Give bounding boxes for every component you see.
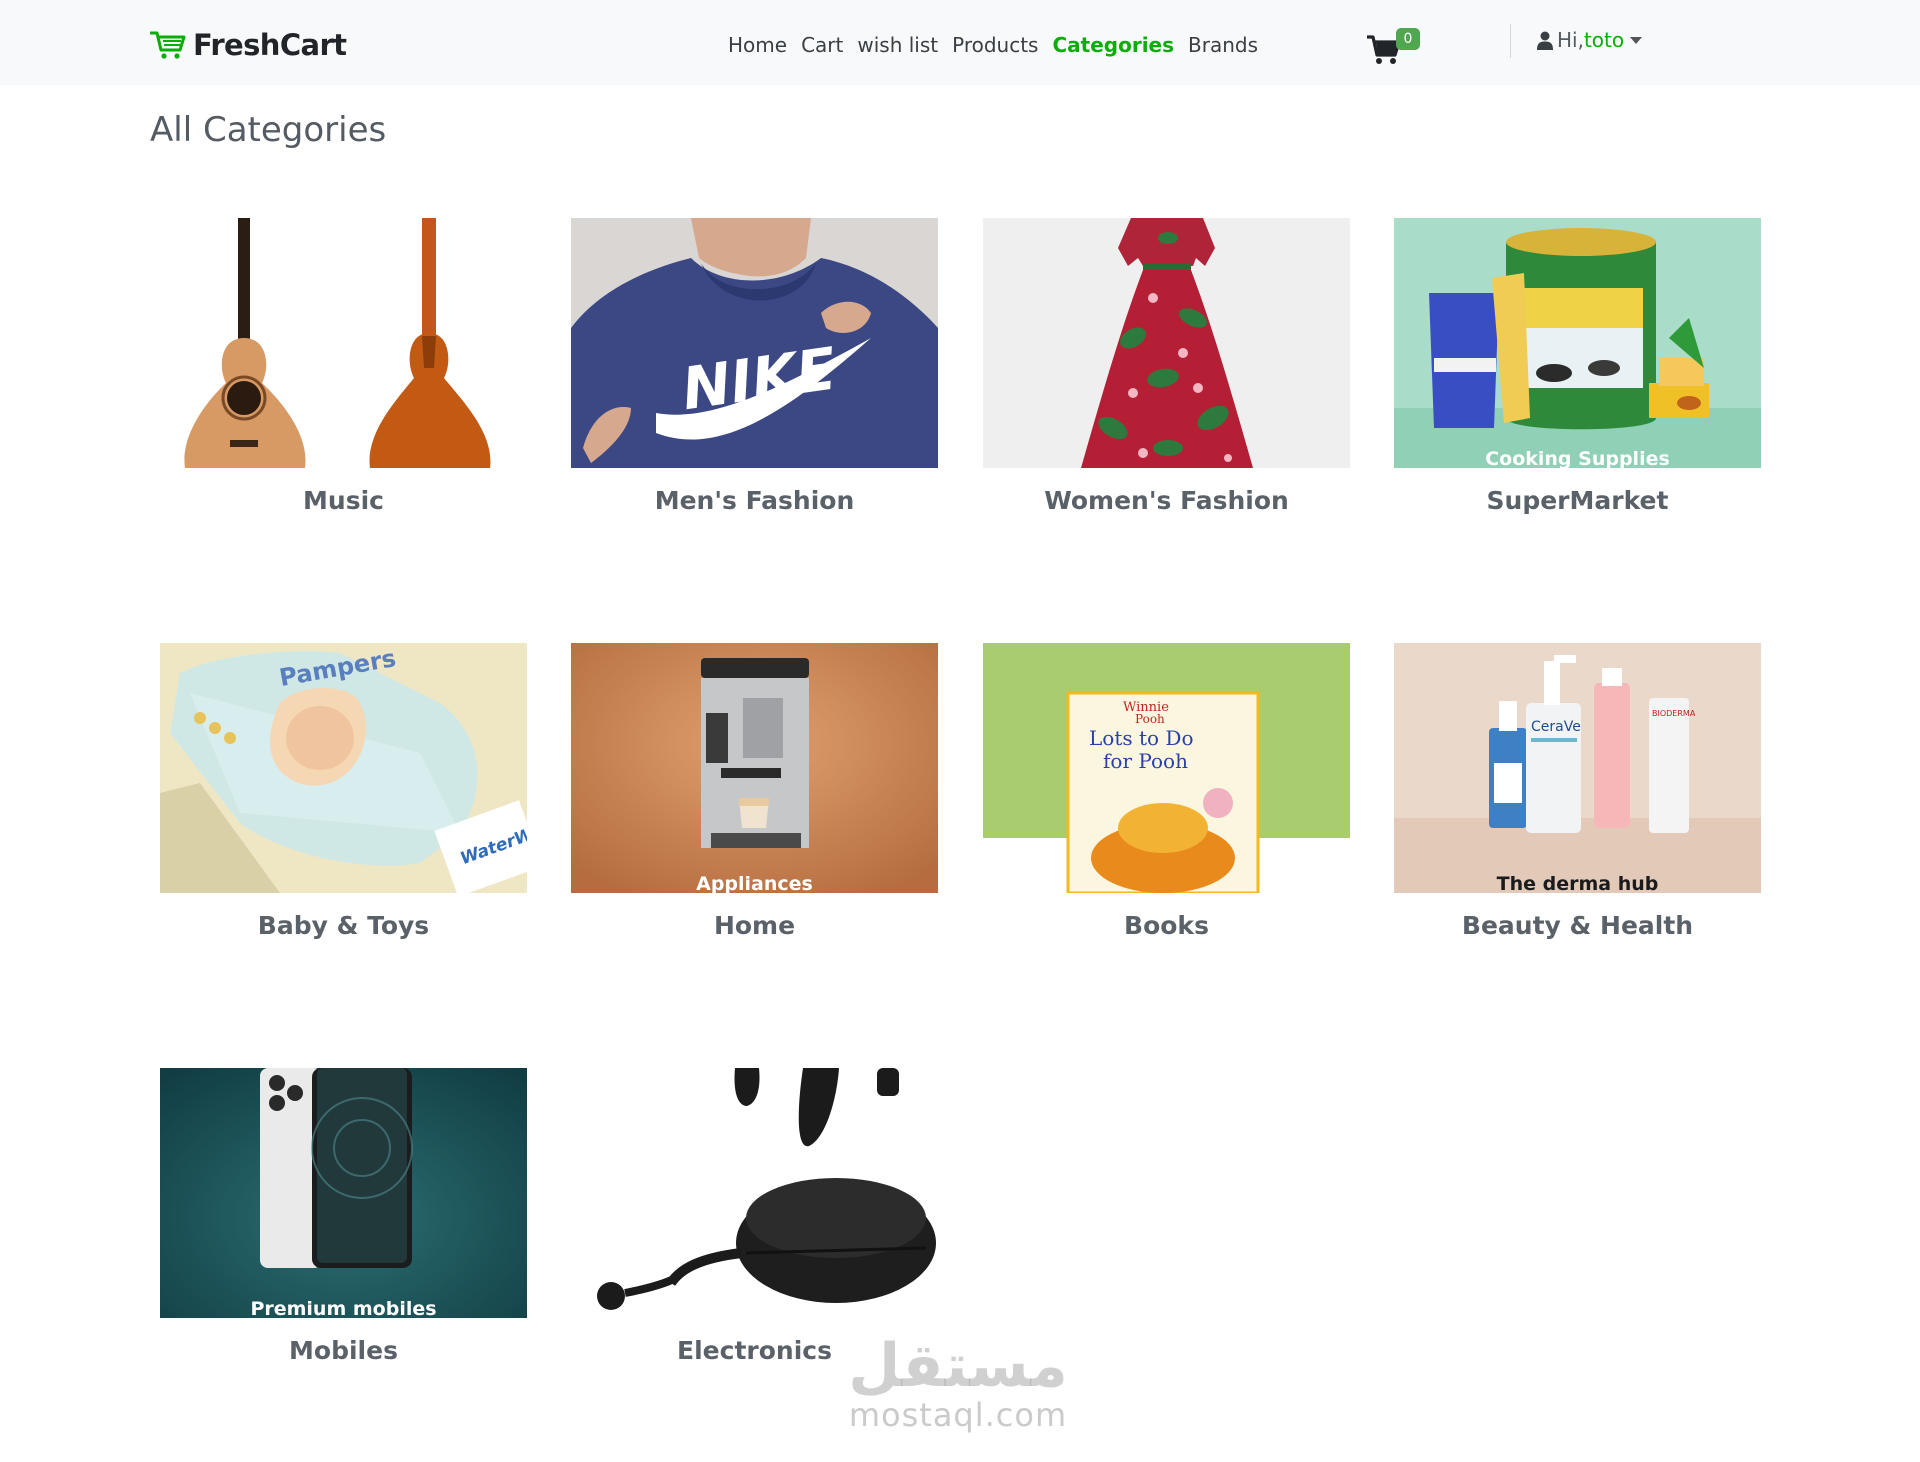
category-card-beauty-health[interactable]: CeraVe BIODERMA The derma hub Beauty & H… [1394,643,1761,983]
nav-link-cart[interactable]: Cart [801,33,843,57]
brand-name: FreshCart [193,28,347,62]
svg-text:Pooh: Pooh [1135,712,1165,726]
earbuds-image [571,1068,938,1318]
cart-count-badge: 0 [1396,28,1420,50]
svg-text:Lots to Do: Lots to Do [1089,726,1194,750]
category-title: Home [713,911,796,940]
diapers-image: Pampers WaterWip [160,643,527,893]
page-title: All Categories [150,110,387,150]
nav-link-products[interactable]: Products [952,33,1038,57]
watermark: مستقل mostaql.com [843,1336,1073,1434]
category-title: Women's Fashion [1044,486,1289,515]
skincare-image: CeraVe BIODERMA The derma hub [1394,643,1761,893]
user-menu-dropdown[interactable]: Hi, toto [1537,26,1643,54]
nav-link-categories[interactable]: Categories [1052,33,1174,57]
category-card-womens-fashion[interactable]: Women's Fashion [983,218,1350,558]
category-title: SuperMarket [1486,486,1669,515]
main-nav: Home Cart wish list Products Categories … [728,31,1272,59]
category-title: Music [303,486,384,515]
image-caption: Appliances [696,873,813,893]
cart-logo-icon [150,31,186,59]
book-image: Winnie Pooh Lots to Do for Pooh [983,643,1350,893]
guitars-image [160,218,527,468]
chevron-down-icon [1630,36,1643,44]
category-title: Books [1124,911,1209,940]
nav-link-home[interactable]: Home [728,33,787,57]
svg-text:CeraVe: CeraVe [1531,719,1581,735]
dress-image [983,218,1350,468]
image-caption: Cooking Supplies [1485,448,1670,468]
hoodie-image: NIKE [571,218,938,468]
image-caption: The derma hub [1496,873,1659,893]
nav-link-brands[interactable]: Brands [1188,33,1258,57]
user-icon [1537,31,1553,50]
category-card-baby-toys[interactable]: Pampers WaterWip Baby & Toys [160,643,527,983]
watermark-arabic: مستقل [848,1331,1068,1401]
category-title: Mobiles [289,1336,398,1365]
navbar: FreshCart Home Cart wish list Products C… [0,0,1920,85]
user-greeting: Hi, [1557,28,1584,52]
category-card-books[interactable]: Winnie Pooh Lots to Do for Pooh Books [983,643,1350,983]
category-title: Men's Fashion [654,486,855,515]
watermark-latin: mostaql.com [848,1396,1068,1434]
user-name: toto [1583,28,1625,52]
image-caption: Premium mobiles [250,1298,437,1318]
brand-logo[interactable]: FreshCart [150,27,347,63]
coffee-machine-image: Appliances [571,643,938,893]
svg-text:BIODERMA: BIODERMA [1652,709,1696,718]
svg-text:for Pooh: for Pooh [1103,749,1188,773]
groceries-image: Cooking Supplies [1394,218,1761,468]
category-card-mobiles[interactable]: Premium mobiles Mobiles [160,1068,527,1408]
category-title: Beauty & Health [1461,911,1694,940]
phone-image: Premium mobiles [160,1068,527,1318]
category-card-music[interactable]: Music [160,218,527,558]
cart-button[interactable]: 0 [1366,28,1420,72]
category-card-mens-fashion[interactable]: NIKE Men's Fashion [571,218,938,558]
nav-divider [1510,24,1511,58]
category-title: Baby & Toys [257,911,430,940]
category-card-home[interactable]: Appliances Home [571,643,938,983]
nav-link-wishlist[interactable]: wish list [857,33,938,57]
category-card-supermarket[interactable]: Cooking Supplies SuperMarket [1394,218,1761,558]
